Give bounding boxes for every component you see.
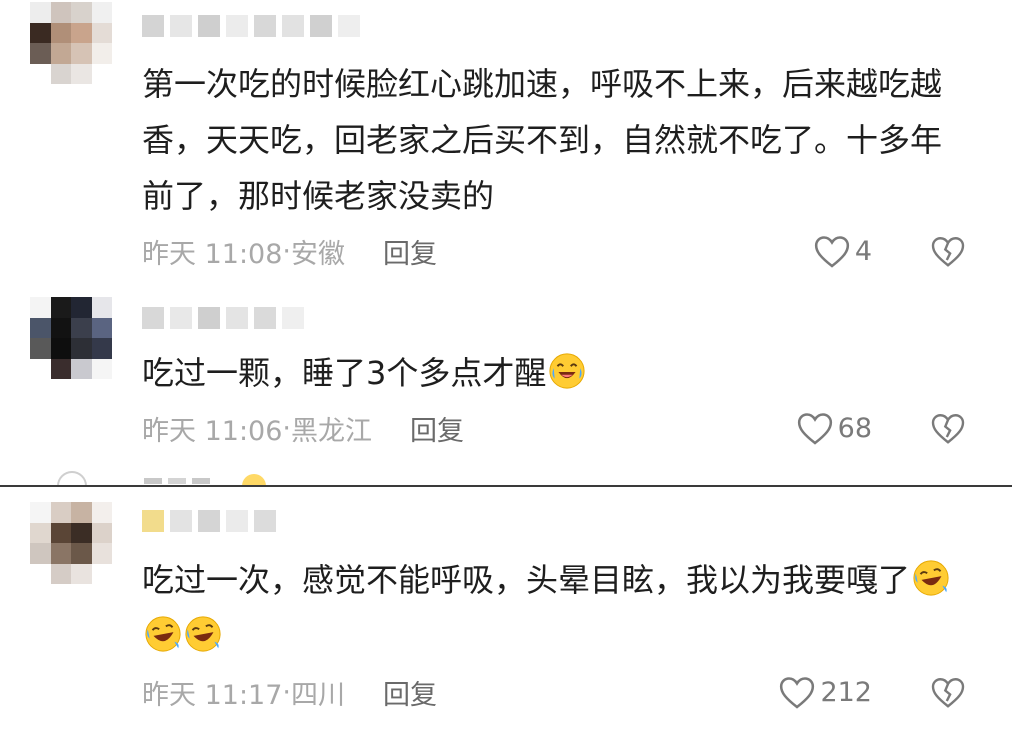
like-count: 212 [820, 676, 872, 708]
reply-button[interactable]: 回复 [383, 673, 437, 712]
username-blurred[interactable] [142, 13, 360, 39]
like-button[interactable]: 4 [813, 229, 872, 273]
dislike-button[interactable] [928, 229, 968, 273]
dislike-button[interactable] [928, 406, 968, 450]
username-blurred[interactable] [142, 305, 304, 331]
username-blurred[interactable] [142, 508, 276, 534]
rolling-laughing-emoji [185, 616, 221, 652]
meta-separator: · [282, 412, 291, 444]
like-count: 4 [854, 235, 872, 267]
heart-outline-icon [814, 236, 849, 268]
meta-separator: · [282, 676, 291, 708]
like-count: 68 [837, 412, 872, 444]
comment-meta: 昨天 11:08 · 安徽 回复 [142, 229, 437, 273]
rolling-laughing-emoji [913, 560, 949, 596]
reply-button[interactable]: 回复 [383, 232, 437, 271]
heart-outline-icon [780, 677, 815, 709]
rolling-laughing-emoji [145, 616, 181, 652]
comment-location: 黑龙江 [291, 415, 372, 447]
comment-time: 昨天 11:06 [142, 415, 283, 447]
comment-meta: 昨天 11:17 · 四川 回复 [142, 670, 437, 714]
meta-separator: · [282, 235, 291, 267]
avatar[interactable] [30, 297, 112, 379]
dislike-button[interactable] [928, 670, 968, 714]
comment-time: 昨天 11:17 [142, 679, 283, 711]
reply-button[interactable]: 回复 [410, 409, 464, 448]
comment-meta: 昨天 11:06 · 黑龙江 回复 [142, 406, 464, 450]
heart-outline-icon [797, 413, 832, 445]
broken-heart-icon [931, 678, 965, 708]
divider [0, 485, 1012, 487]
broken-heart-icon [931, 414, 965, 444]
comment-location: 安徽 [291, 238, 345, 270]
comment-text: 吃过一颗，睡了3个多点才醒 [142, 345, 972, 401]
broken-heart-icon [931, 237, 965, 267]
comment-text: 第一次吃的时候脸红心跳加速，呼吸不上来，后来越吃越香，天天吃，回老家之后买不到，… [142, 65, 943, 215]
avatar[interactable] [30, 502, 112, 584]
like-button[interactable]: 212 [778, 670, 872, 714]
avatar[interactable] [30, 2, 112, 84]
like-button[interactable]: 68 [796, 406, 872, 450]
comment-text: 吃过一次，感觉不能呼吸，头晕目眩，我以为我要嘎了 [142, 552, 972, 664]
comment-time: 昨天 11:08 [142, 238, 283, 270]
cut-off-content [40, 468, 300, 486]
laughing-crying-emoji [549, 353, 585, 389]
comment-location: 四川 [291, 679, 345, 711]
